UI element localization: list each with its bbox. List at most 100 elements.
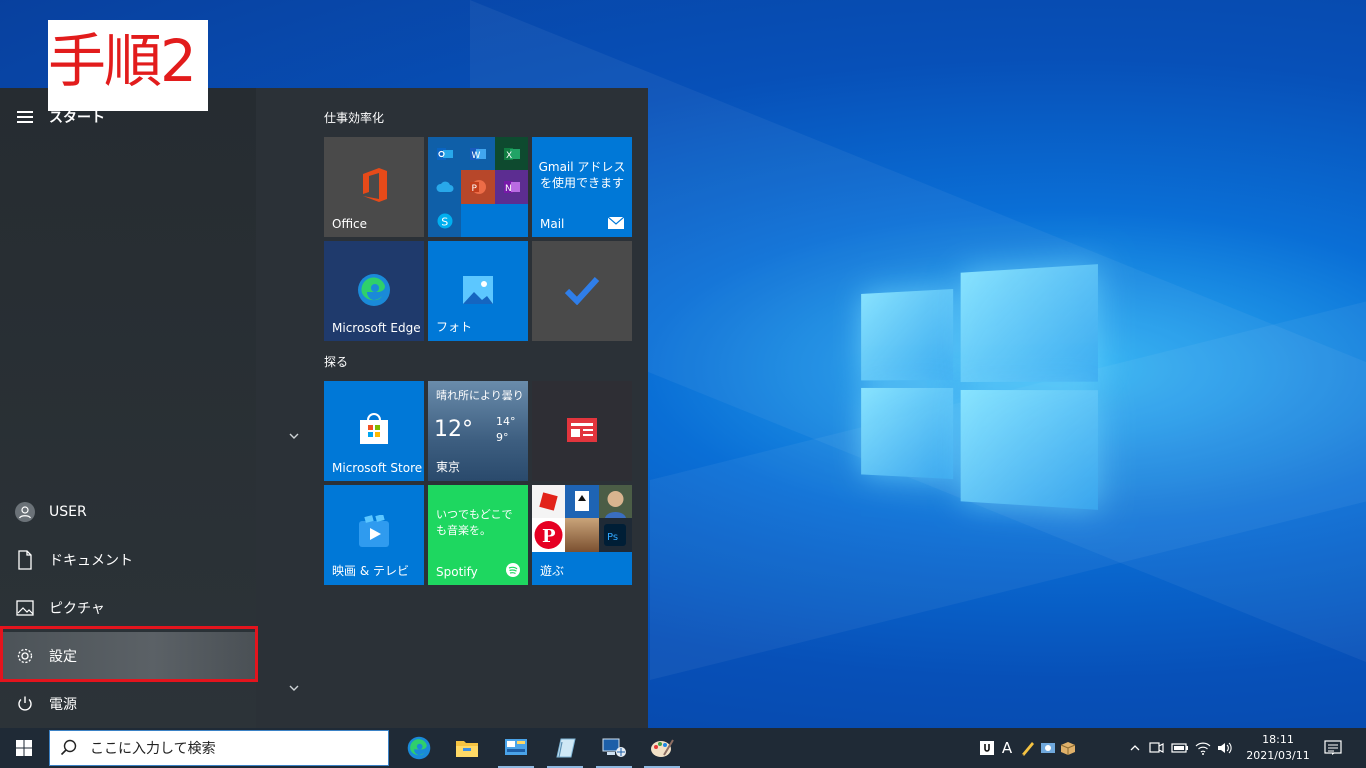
tile-label: Microsoft Edge (332, 321, 421, 335)
taskbar-clock[interactable]: 18:11 2021/03/11 (1240, 732, 1316, 764)
solitaire-icon (565, 485, 599, 518)
control-panel-icon (505, 739, 527, 755)
step-label: 手順2 (48, 20, 208, 111)
rail-item-label: ドキュメント (49, 553, 133, 569)
tile-label: Microsoft Store (332, 461, 423, 475)
wifi-icon[interactable] (1192, 741, 1214, 755)
game-icon (565, 518, 599, 552)
tile-edge[interactable]: Microsoft Edge (324, 241, 424, 341)
tile-label: Mail (540, 217, 565, 231)
svg-text:S: S (441, 215, 448, 228)
taskbar-app-notebook[interactable] (541, 728, 589, 768)
tile-spotify[interactable]: いつでもどこでも音楽を。 Spotify (428, 485, 528, 585)
game-avatar-icon (599, 485, 632, 518)
taskbar: ここに入力して検索 A 18:11 2021/03/11 (0, 728, 1366, 768)
power-icon (15, 694, 35, 714)
windows-logo-wallpaper (861, 249, 1098, 525)
rail-item-label: 電源 (49, 697, 77, 713)
spotify-message: いつでもどこでも音楽を。 (436, 508, 513, 537)
svg-text:Ps: Ps (607, 532, 618, 543)
outlook-icon (428, 137, 461, 170)
office-logo-icon (358, 167, 390, 203)
tile-todo[interactable] (532, 241, 632, 341)
network-pc-icon (602, 738, 626, 757)
svg-text:X: X (506, 151, 512, 161)
rail-item-pictures[interactable]: ピクチャ (0, 584, 256, 632)
tile-photos[interactable]: フォト (428, 241, 528, 341)
weather-condition: 晴れ所により曇り (436, 389, 524, 402)
meet-now-icon[interactable] (1144, 740, 1168, 756)
rail-item-documents[interactable]: ドキュメント (0, 536, 256, 584)
tile-label: フォト (436, 320, 473, 334)
tile-store[interactable]: Microsoft Store (324, 381, 424, 481)
pinterest-icon: P (532, 518, 565, 552)
onenote-icon: N (495, 170, 528, 204)
chevron-down-icon[interactable] (288, 430, 300, 442)
tool-tray-icon[interactable] (1038, 740, 1058, 756)
checkmark-icon (564, 275, 600, 305)
battery-icon[interactable] (1168, 742, 1192, 754)
rail-item-power[interactable]: 電源 (0, 680, 256, 728)
taskbar-app-paint[interactable] (638, 728, 686, 768)
mail-message: Gmail アドレスを使用できます (538, 160, 626, 190)
edge-icon (357, 273, 391, 307)
svg-text:N: N (505, 184, 512, 194)
spotify-logo-icon (506, 563, 520, 577)
taskbar-control-panel[interactable] (492, 728, 540, 768)
excel-icon: X (495, 137, 528, 170)
weather-city: 東京 (436, 460, 461, 474)
svg-text:P: P (542, 526, 556, 547)
volume-icon[interactable] (1214, 741, 1236, 755)
start-menu-rail: スタート USER ドキュメント ピクチャ 設定 電源 (0, 88, 258, 728)
taskbar-file-explorer[interactable] (443, 728, 491, 768)
notification-center-icon[interactable] (1322, 728, 1344, 768)
tile-weather[interactable]: 晴れ所により曇り 12° 14° 9° 東京 (428, 381, 528, 481)
weather-high: 14° (496, 415, 516, 428)
start-menu: スタート USER ドキュメント ピクチャ 設定 電源 仕事効率化 探る Off… (0, 88, 648, 728)
rail-item-label: ピクチャ (49, 601, 105, 617)
user-avatar-icon (15, 502, 35, 522)
svg-text:W: W (472, 151, 481, 161)
powerpoint-icon: P (461, 170, 495, 204)
paint-palette-icon (651, 739, 674, 757)
system-tray (1126, 728, 1236, 768)
tile-label: Spotify (436, 565, 478, 579)
system-tray-apps: A (978, 728, 1078, 768)
tile-mail[interactable]: Gmail アドレスを使用できます Mail (532, 137, 632, 237)
chevron-up-icon[interactable] (1126, 742, 1144, 754)
hamburger-menu-icon[interactable] (17, 108, 33, 126)
skype-icon: S (428, 204, 461, 237)
tile-label: 映画 & テレビ (332, 564, 409, 578)
tile-office[interactable]: Office (324, 137, 424, 237)
clock-date: 2021/03/11 (1246, 749, 1310, 762)
ime-mode-indicator[interactable]: A (996, 739, 1018, 757)
clock-time: 18:11 (1262, 733, 1294, 746)
photos-icon (462, 275, 494, 305)
rail-item-label: USER (49, 504, 87, 520)
pencil-tray-icon[interactable] (1018, 740, 1038, 756)
picture-icon (15, 598, 35, 618)
mail-envelope-icon (608, 217, 624, 229)
taskbar-edge[interactable] (395, 728, 443, 768)
chevron-down-icon[interactable] (288, 682, 300, 694)
tile-movies-tv[interactable]: 映画 & テレビ (324, 485, 424, 585)
word-icon: W (461, 137, 495, 170)
package-tray-icon[interactable] (1058, 740, 1078, 756)
taskbar-search-box[interactable]: ここに入力して検索 (49, 730, 389, 766)
taskbar-app-network[interactable] (590, 728, 638, 768)
group-title-productivity[interactable]: 仕事効率化 (324, 109, 384, 126)
movies-tv-icon (357, 515, 391, 549)
tile-empty-cell (461, 204, 528, 237)
notebook-icon (556, 738, 576, 758)
windows-start-button[interactable] (0, 728, 48, 768)
tile-label: 遊ぶ (540, 564, 565, 578)
tile-office-apps[interactable]: W X P N S (428, 137, 528, 237)
folder-icon (456, 741, 478, 757)
rail-item-user[interactable]: USER (0, 488, 256, 536)
tile-news[interactable] (532, 381, 632, 481)
onedrive-icon (428, 170, 461, 204)
group-title-explore[interactable]: 探る (324, 353, 348, 370)
tile-play[interactable]: P Ps 遊ぶ (532, 485, 632, 585)
windows-logo-icon (16, 740, 32, 756)
app-tray-icon[interactable] (978, 741, 996, 755)
